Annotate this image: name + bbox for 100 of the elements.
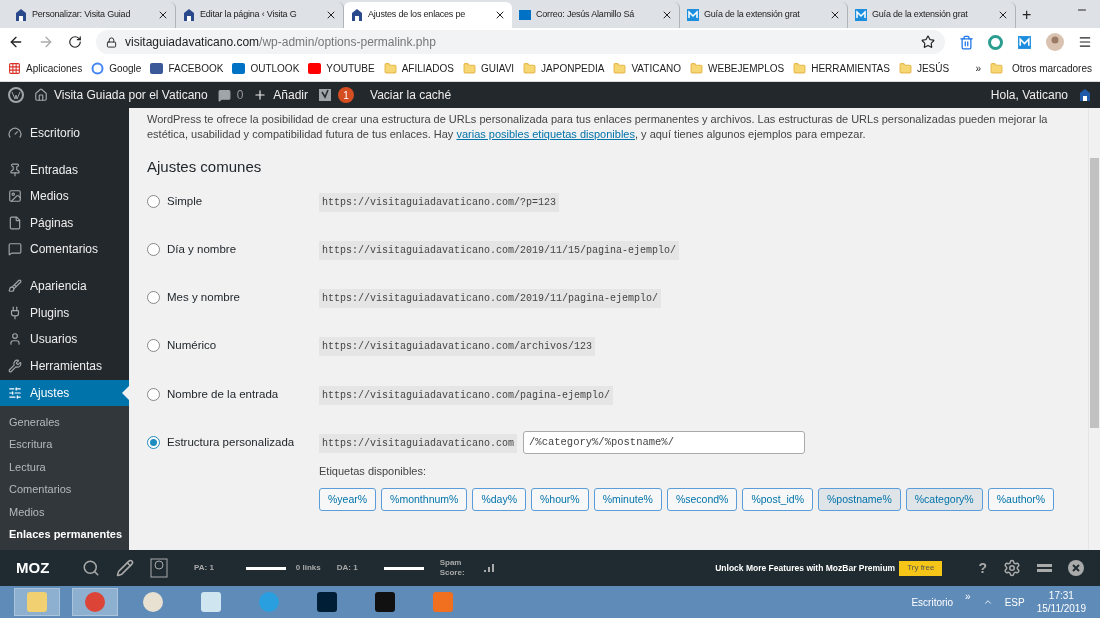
bookmark-link[interactable]: Aplicaciones <box>26 61 83 76</box>
submenu-item[interactable]: Enlaces permanentes <box>0 523 129 547</box>
bookmark-link[interactable]: FACEBOOK <box>168 61 224 76</box>
menu-icon[interactable] <box>1078 35 1092 49</box>
bookmark-link[interactable]: HERRAMIENTAS <box>811 61 890 76</box>
tag-button[interactable]: %monthnum% <box>381 488 468 512</box>
clock-date: 15/11/2019 <box>1036 602 1086 615</box>
intro-text: WordPress te ofrece la posibilidad de crear una estructura de URLs personalizada para tus enlaces permanentes y archivos. Las estructuras de URLs personalizadas pueden mejorar la estética, usabilidad y compatibilidad futura de tus enlaces. Hay varias posibles etiquetas disponibles, y aquí tienes algunos ejemplos para empezar. <box>147 112 1049 142</box>
avatar-icon[interactable] <box>1046 33 1064 51</box>
radio-button[interactable] <box>147 436 160 449</box>
radio-button[interactable] <box>147 194 160 208</box>
ring-icon[interactable] <box>988 34 1003 50</box>
structure-field[interactable]: /%category%/%postname%/ <box>523 431 806 454</box>
settings-icon[interactable] <box>1003 559 1021 577</box>
radio-button[interactable] <box>147 242 160 256</box>
comment-count[interactable]: 0 <box>236 86 244 104</box>
sidebar-item[interactable]: Comentarios <box>0 236 129 263</box>
site-link[interactable]: Visita Guiada por el Vaticano <box>54 86 208 104</box>
tag-button[interactable]: %year% <box>319 488 377 512</box>
clock[interactable]: 17:31 15/11/2019 <box>1036 589 1086 615</box>
speech-bubble-icon <box>217 88 231 102</box>
sidebar-item[interactable]: Entradas <box>0 156 129 184</box>
greeting-link[interactable]: Hola, Vaticano <box>990 86 1068 104</box>
close-icon[interactable] <box>1068 560 1084 576</box>
da-score: DA: 1 <box>336 562 358 574</box>
sidebar-item[interactable]: Ajustes <box>0 379 129 407</box>
y-logo-icon[interactable] <box>318 88 333 102</box>
sidebar-item[interactable]: Escritorio <box>0 120 129 147</box>
submenu-item[interactable]: Medios <box>0 500 129 524</box>
try-free-button[interactable]: Try free <box>899 560 943 576</box>
tag-button[interactable]: %postname% <box>817 488 901 512</box>
image-icon <box>8 189 22 204</box>
sidebar-item[interactable]: Medios <box>0 183 129 210</box>
close-icon[interactable] <box>325 9 337 21</box>
radio-button[interactable] <box>147 339 160 353</box>
submenu-item[interactable]: Comentarios <box>0 478 129 501</box>
bookmark-link[interactable]: JESÚS <box>916 61 950 76</box>
bookmark-link[interactable]: JAPONPEDIA <box>541 61 605 76</box>
tab-title: Editar la página ‹ Visita G <box>200 8 297 22</box>
sidebar-item[interactable]: Páginas <box>0 209 129 237</box>
submenu-item[interactable]: Generales <box>0 410 129 434</box>
search-icon[interactable] <box>82 559 100 577</box>
radio-button[interactable] <box>147 291 160 305</box>
close-icon[interactable] <box>157 9 169 21</box>
new-tab-button[interactable]: + <box>1016 2 1038 28</box>
submenu-item[interactable]: Escritura <box>0 433 129 456</box>
page-icon <box>8 215 22 230</box>
submenu-item[interactable]: Lectura <box>0 455 129 479</box>
tag-button[interactable]: %hour% <box>531 488 589 512</box>
tag-button[interactable]: %second% <box>666 488 738 512</box>
bookmark-link[interactable]: VATICANO <box>631 61 682 76</box>
tag-button[interactable]: %minute% <box>593 488 662 512</box>
pa-score: PA: 1 <box>194 562 214 574</box>
lock-icon <box>106 36 117 48</box>
bookmark-link[interactable]: Otros marcadores <box>1011 61 1092 76</box>
bookmark-link[interactable]: WEBEJEMPLOS <box>708 61 785 76</box>
language-indicator[interactable]: ESP <box>1004 594 1025 610</box>
back-icon[interactable] <box>8 34 24 50</box>
radio-button[interactable] <box>147 387 160 401</box>
bookmark-link[interactable]: YOUTUBE <box>326 61 375 76</box>
close-icon[interactable] <box>997 9 1009 21</box>
browser-tab[interactable]: Ajustes de los enlaces pe <box>344 2 512 28</box>
desktop-label[interactable]: Escritorio <box>911 594 954 610</box>
temple-icon <box>350 8 364 22</box>
bookmark-link[interactable]: GUIAVI <box>480 61 515 76</box>
sidebar-item[interactable]: Plugins <box>0 299 129 326</box>
help-button[interactable]: ? <box>978 557 987 579</box>
cache-link[interactable]: Vaciar la caché <box>370 86 452 104</box>
trash-icon[interactable] <box>959 34 974 50</box>
reload-icon[interactable] <box>68 35 82 49</box>
option-label: Mes y nombre <box>166 290 241 306</box>
tags-link[interactable]: varias posibles etiquetas disponibles <box>456 128 635 140</box>
address-field[interactable]: visitaguiadavaticano.com/wp-admin/options-permalink.php <box>96 30 945 54</box>
temple-icon <box>182 8 196 22</box>
more-bookmarks-button[interactable]: » <box>975 61 981 76</box>
person-icon <box>8 332 22 347</box>
star-icon[interactable] <box>921 35 935 49</box>
pencil-icon[interactable] <box>116 559 134 577</box>
m-logo-icon[interactable] <box>1017 34 1032 50</box>
bookmark-link[interactable]: OUTLOOK <box>250 61 300 76</box>
bookmark-link[interactable]: AFILIADOS <box>401 61 454 76</box>
close-icon[interactable] <box>829 9 841 21</box>
tag-button[interactable]: %author% <box>987 488 1055 512</box>
close-icon[interactable] <box>661 9 673 21</box>
tag-button[interactable]: %day% <box>472 488 526 512</box>
tag-button[interactable]: %category% <box>905 488 983 512</box>
bookmark-link[interactable]: Google <box>109 61 142 76</box>
new-link[interactable]: Añadir <box>273 86 309 104</box>
option-label: Estructura personalizada <box>166 435 296 450</box>
wordpress-logo-icon[interactable] <box>8 87 24 103</box>
wrench-icon <box>8 358 22 373</box>
url-example: https://visitaguiadavaticano.com/2019/11/15/pagina-ejemplo/ <box>319 240 680 260</box>
sidebar-item[interactable]: Herramientas <box>0 352 129 379</box>
sidebar-item[interactable]: Usuarios <box>0 325 129 353</box>
sidebar-item[interactable]: Apariencia <box>0 272 129 300</box>
tag-button[interactable]: %post_id% <box>742 488 813 512</box>
section-heading: Ajustes comunes <box>147 157 263 177</box>
close-icon[interactable] <box>494 9 506 21</box>
bars-icon[interactable] <box>1037 564 1052 572</box>
expand-toolbar-button[interactable]: » <box>965 588 971 604</box>
